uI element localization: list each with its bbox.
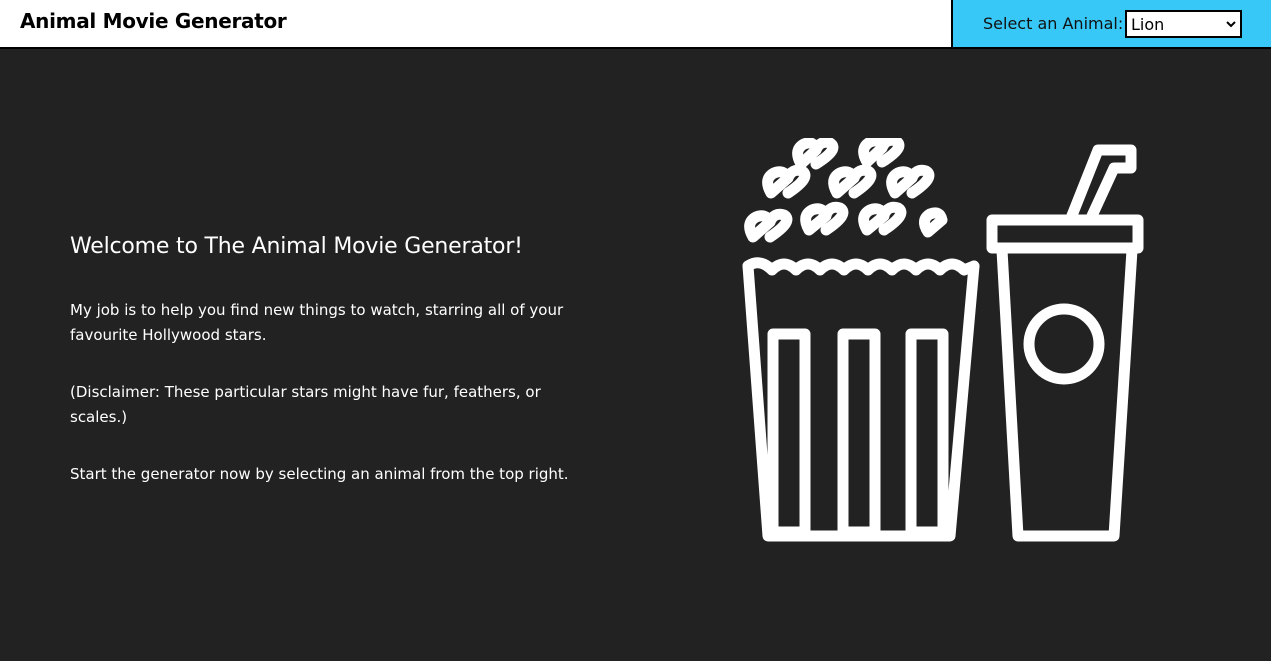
popcorn-bucket-icon <box>742 138 980 542</box>
intro-paragraph: My job is to help you find new things to… <box>70 301 564 344</box>
welcome-heading: Welcome to The Animal Movie Generator! <box>70 234 523 259</box>
app-title: Animal Movie Generator <box>20 9 287 33</box>
animal-select-dropdown[interactable]: Lion <box>1125 10 1242 38</box>
intro-section: Welcome to The Animal Movie Generator! M… <box>70 232 580 519</box>
popcorn-kernels <box>744 138 948 243</box>
animal-select-label: Select an Animal: <box>983 14 1124 33</box>
instruction-paragraph: Start the generator now by selecting an … <box>70 465 569 483</box>
chevron-down-icon <box>1226 21 1236 28</box>
disclaimer-paragraph: (Disclaimer: These particular stars migh… <box>70 383 541 426</box>
soda-cup-icon <box>986 144 1144 542</box>
animal-select-value: Lion <box>1131 15 1165 34</box>
movie-snacks-illustration <box>742 138 1144 542</box>
animal-picker-panel: Select an Animal: Lion <box>951 0 1271 47</box>
